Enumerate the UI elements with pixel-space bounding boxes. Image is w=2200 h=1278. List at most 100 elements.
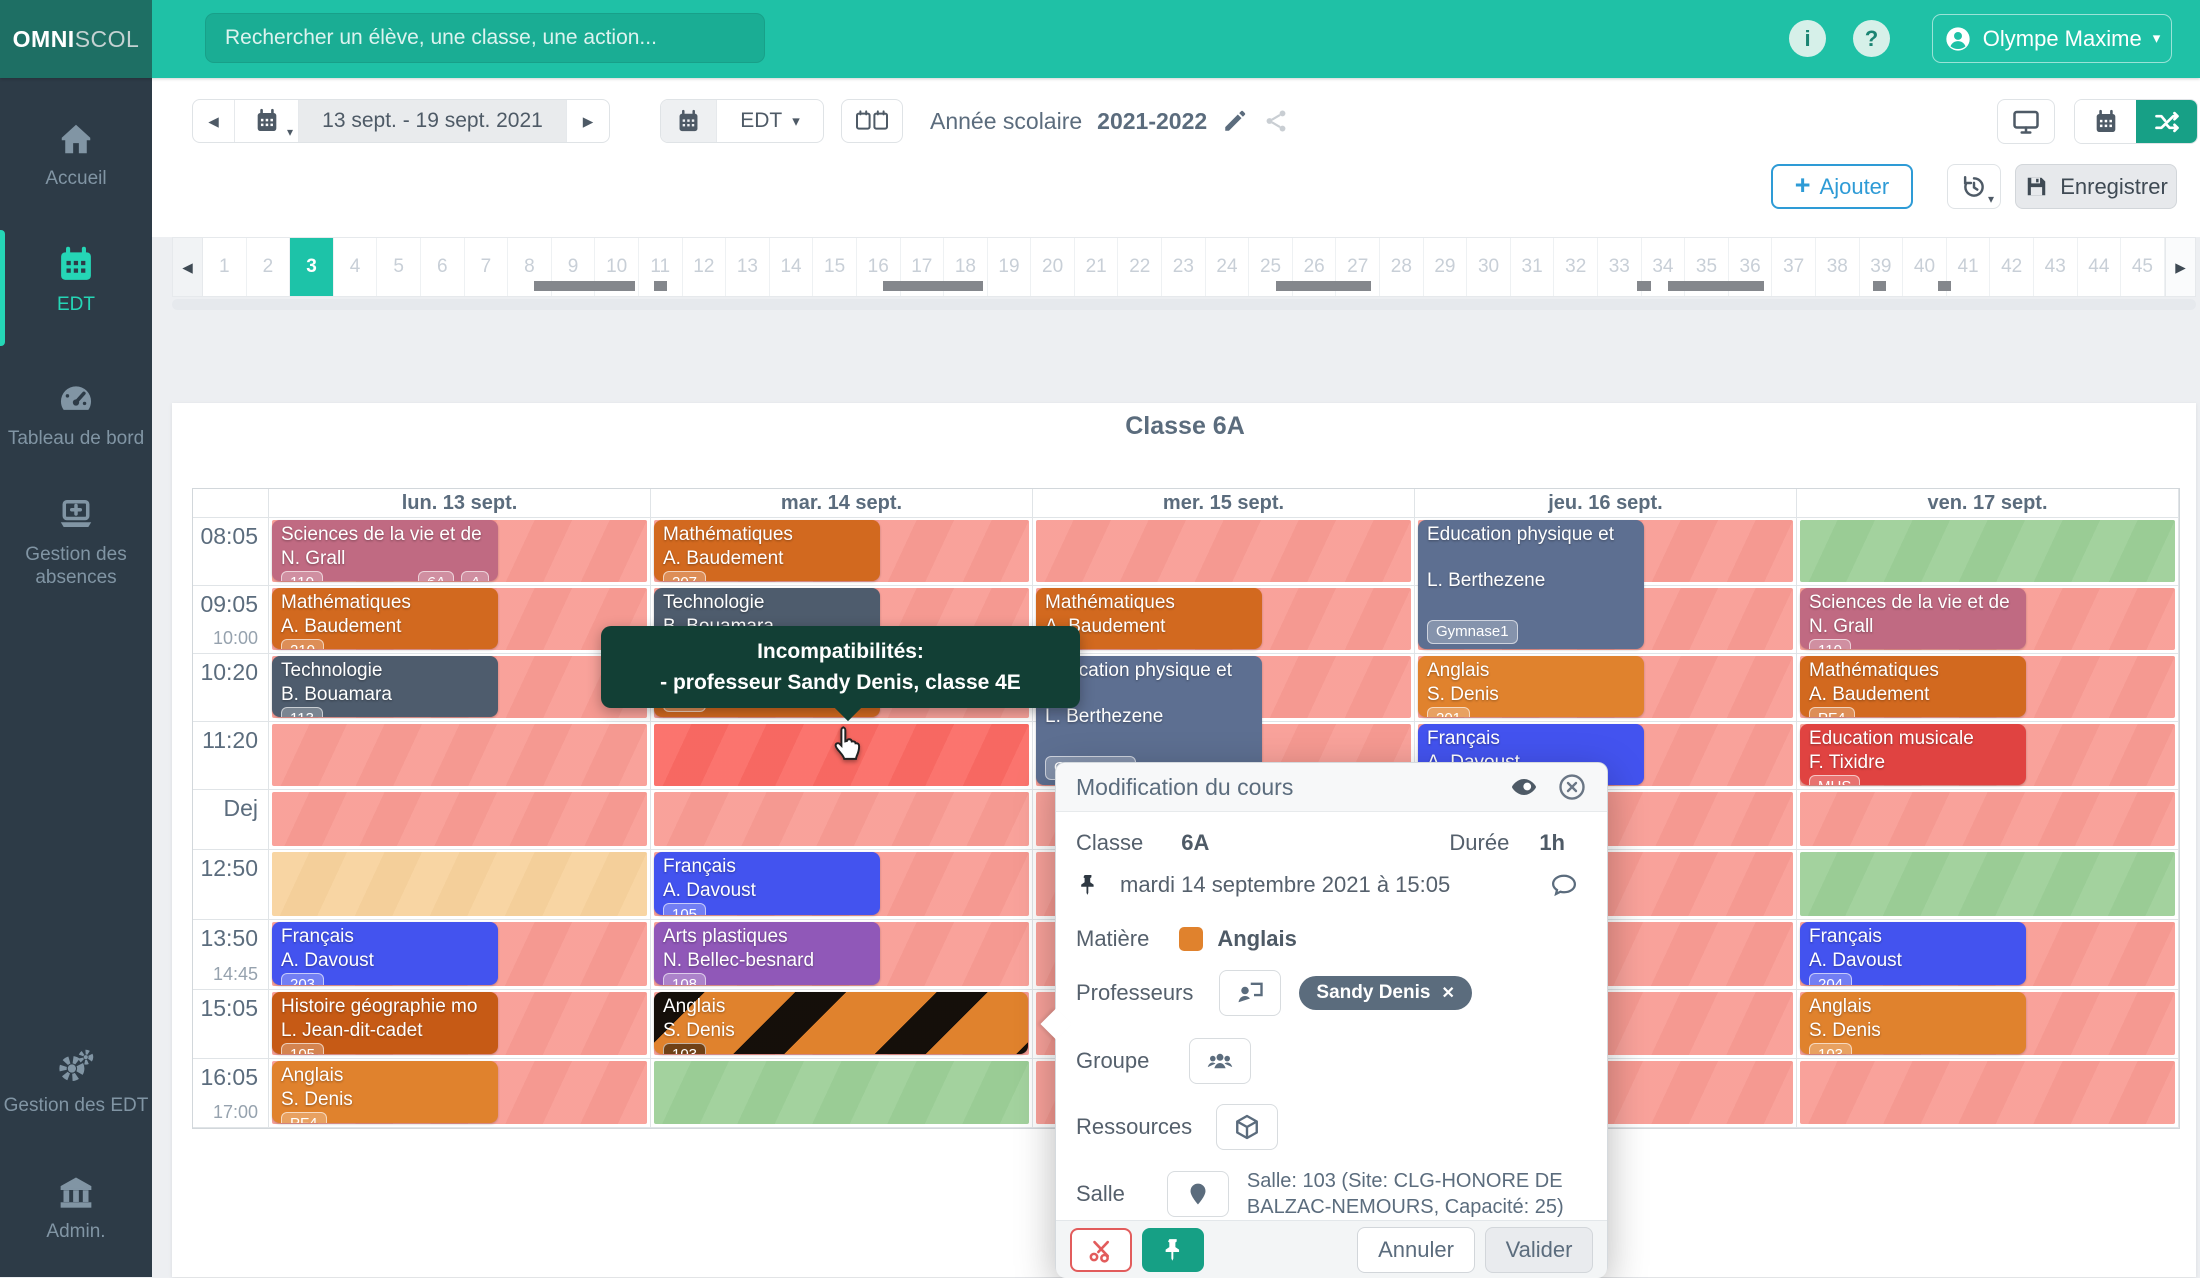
course-block[interactable]: AnglaisS. DenisPF4 [272,1061,498,1123]
add-resource-button[interactable] [1216,1104,1278,1150]
week-cell[interactable]: 14 [770,238,814,296]
sidebar-item-edt[interactable]: EDT [0,246,152,316]
course-block[interactable]: Education physique etL. BerthezeneGymnas… [1418,520,1644,649]
week-cell[interactable]: 44 [2078,238,2122,296]
week-strip-next-button[interactable]: ▸ [2165,238,2195,296]
slot-cell-busy[interactable] [1800,792,2175,846]
week-cell[interactable]: 12 [683,238,727,296]
week-cell[interactable]: 15 [813,238,857,296]
cut-course-button[interactable] [1070,1228,1132,1272]
search-input[interactable]: Rechercher un élève, une classe, une act… [205,13,765,63]
confirm-button[interactable]: Valider [1485,1227,1593,1273]
teacher-chip[interactable]: Sandy Denis ✕ [1299,976,1471,1010]
slot-cell-busy[interactable] [1036,520,1411,582]
compare-calendars-button[interactable] [841,99,903,143]
edit-pencil-icon[interactable] [1222,108,1248,134]
share-icon[interactable] [1263,108,1289,134]
week-cell[interactable]: 23 [1162,238,1206,296]
view-select-dropdown[interactable]: EDT ▾ [717,100,823,142]
history-button[interactable]: ▾ [1947,164,2001,209]
week-cell[interactable]: 24 [1206,238,1250,296]
slot-cell-busy[interactable] [654,792,1029,846]
room-badge: 108 [663,973,706,985]
week-cell[interactable]: 3 [290,238,334,296]
course-block[interactable]: TechnologieB. Bouamara113 [272,656,498,717]
remove-teacher-icon[interactable]: ✕ [1441,983,1454,1003]
week-cell[interactable]: 5 [377,238,421,296]
room-badge: 201 [1427,707,1470,717]
slot-cell-free[interactable] [1800,520,2175,582]
week-cell[interactable]: 41 [1947,238,1991,296]
add-teacher-button[interactable] [1219,970,1281,1016]
course-block[interactable]: MathématiquesA. BaudementPF4 [1800,656,2026,717]
week-cell[interactable]: 28 [1380,238,1424,296]
course-block[interactable]: MathématiquesA. Baudement210 [272,588,498,649]
course-block[interactable]: Histoire géographie moL. Jean-dit-cadet1… [272,992,498,1054]
week-cell[interactable]: 30 [1467,238,1511,296]
prev-week-button[interactable]: ◂ [193,100,235,142]
calendar-mode-button[interactable] [2075,100,2136,143]
course-block[interactable]: Education musicaleF. TixidreMUS [1800,724,2026,785]
close-icon[interactable] [1557,772,1587,802]
week-cell[interactable]: 33 [1598,238,1642,296]
cancel-button[interactable]: Annuler [1357,1227,1475,1273]
week-cell[interactable]: 21 [1075,238,1119,296]
slot-cell-busy[interactable] [272,792,647,846]
course-block[interactable]: AnglaisS. Denis201 [1418,656,1644,717]
week-cell[interactable]: 7 [465,238,509,296]
course-block[interactable]: FrançaisA. Davoust105 [654,852,880,915]
sidebar-item-gestion-edt[interactable]: Gestion des EDT [0,1047,152,1117]
shuffle-mode-button[interactable] [2136,100,2197,143]
week-cell[interactable]: 6 [421,238,465,296]
course-block[interactable]: FrançaisA. Davoust204 [1800,922,2026,985]
week-cell[interactable]: 20 [1031,238,1075,296]
sidebar-item-tableau-de-bord[interactable]: Tableau de bord [0,380,152,450]
slot-cell-warm[interactable] [272,852,647,916]
course-block[interactable]: AnglaisS. Denis103 [654,992,1028,1054]
info-icon[interactable]: i [1789,20,1826,57]
eye-icon[interactable] [1509,772,1539,802]
course-block[interactable]: MathématiquesA. Baudement207 [654,520,880,581]
week-cell[interactable]: 43 [2034,238,2078,296]
horizontal-scrollbar[interactable] [172,299,2196,310]
pin-course-button[interactable] [1142,1228,1204,1272]
app-logo[interactable]: OMNISCOL [0,0,152,78]
sidebar-item-gestion-absences[interactable]: Gestion des absences [0,496,152,589]
week-cell[interactable]: 4 [334,238,378,296]
slot-cell-busy[interactable] [272,724,647,786]
week-cell[interactable]: 1 [203,238,247,296]
sidebar-item-accueil[interactable]: Accueil [0,120,152,190]
help-icon[interactable]: ? [1853,20,1890,57]
add-button[interactable]: + Ajouter [1771,164,1913,209]
week-cell[interactable]: 19 [988,238,1032,296]
course-block[interactable]: FrançaisA. Davoust203 [272,922,498,985]
add-group-button[interactable] [1189,1038,1251,1084]
week-cell[interactable]: 31 [1511,238,1555,296]
fullscreen-view-button[interactable] [1997,99,2055,144]
slot-cell-free[interactable] [654,1061,1029,1124]
slot-cell-free[interactable] [1800,852,2175,916]
course-block[interactable]: Arts plastiquesN. Bellec-besnard108 [654,922,880,985]
week-cell[interactable]: 45 [2121,238,2165,296]
room-picker-button[interactable] [1167,1171,1229,1217]
course-block[interactable]: Sciences de la vie et deN. Grall1106AA [272,520,498,581]
week-cell[interactable]: 22 [1118,238,1162,296]
save-button[interactable]: Enregistrer [2015,164,2177,209]
comment-icon[interactable] [1549,870,1579,900]
caret-down-icon: ▾ [792,114,800,129]
user-menu-button[interactable]: Olympe Maxime ▾ [1932,14,2172,63]
week-cell[interactable]: 13 [726,238,770,296]
week-cell[interactable]: 29 [1424,238,1468,296]
slot-cell-busy[interactable] [1800,1061,2175,1124]
next-week-button[interactable]: ▸ [567,100,609,142]
date-picker-button[interactable]: ▾ [235,100,299,142]
week-cell[interactable]: 37 [1772,238,1816,296]
week-strip-prev-button[interactable]: ◂ [173,238,203,296]
course-block[interactable]: Sciences de la vie et deN. Grall110 [1800,588,2026,649]
sidebar-item-admin[interactable]: Admin. [0,1173,152,1243]
week-cell[interactable]: 38 [1816,238,1860,296]
course-block[interactable]: AnglaisS. Denis103 [1800,992,2026,1054]
week-cell[interactable]: 2 [247,238,291,296]
week-cell[interactable]: 42 [1990,238,2034,296]
week-cell[interactable]: 32 [1554,238,1598,296]
